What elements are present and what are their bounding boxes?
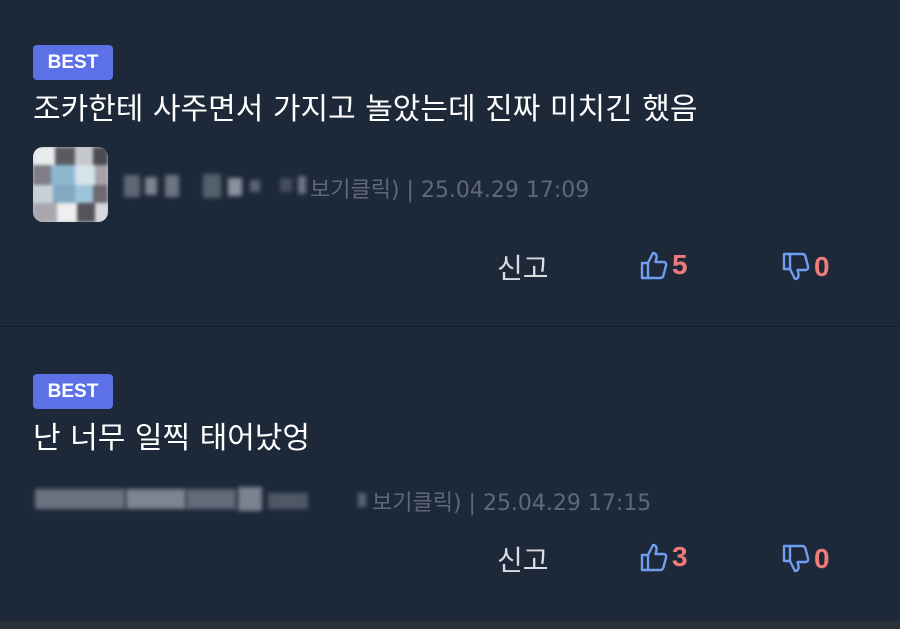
best-badge: BEST — [33, 45, 113, 80]
bottom-bar — [0, 621, 900, 629]
thumbs-down-icon — [782, 544, 810, 574]
comment-item: BEST 조카한테 사주면서 가지고 놀았는데 진짜 미치긴 했음 보기클릭) … — [0, 0, 900, 326]
comment-text: 난 너무 일찍 태어났엉 — [33, 421, 311, 456]
comment-item: BEST 난 너무 일찍 태어났엉 보기클릭) | 25.04.29 17:15… — [0, 327, 900, 621]
like-button[interactable]: 3 — [640, 541, 688, 573]
comment-meta: 보기클릭) | 25.04.29 17:15 — [372, 491, 652, 516]
dislike-button[interactable]: 0 — [782, 543, 830, 575]
like-count: 3 — [672, 541, 688, 572]
dislike-button[interactable]: 0 — [782, 251, 830, 283]
comment-meta: 보기클릭) | 25.04.29 17:09 — [310, 178, 590, 203]
comment-text: 조카한테 사주면서 가지고 놀았는데 진짜 미치긴 했음 — [33, 92, 698, 127]
thumbs-down-icon — [782, 252, 810, 282]
dislike-count: 0 — [814, 543, 830, 574]
best-badge: BEST — [33, 374, 113, 409]
thumbs-up-icon — [640, 542, 668, 572]
avatar[interactable] — [33, 147, 108, 222]
report-button[interactable]: 신고 — [497, 539, 549, 579]
dislike-count: 0 — [814, 251, 830, 282]
report-label: 신고 — [497, 544, 549, 577]
thumbs-up-icon — [640, 250, 668, 280]
like-button[interactable]: 5 — [640, 249, 688, 281]
report-label: 신고 — [497, 252, 549, 285]
like-count: 5 — [672, 249, 688, 280]
report-button[interactable]: 신고 — [497, 247, 549, 287]
